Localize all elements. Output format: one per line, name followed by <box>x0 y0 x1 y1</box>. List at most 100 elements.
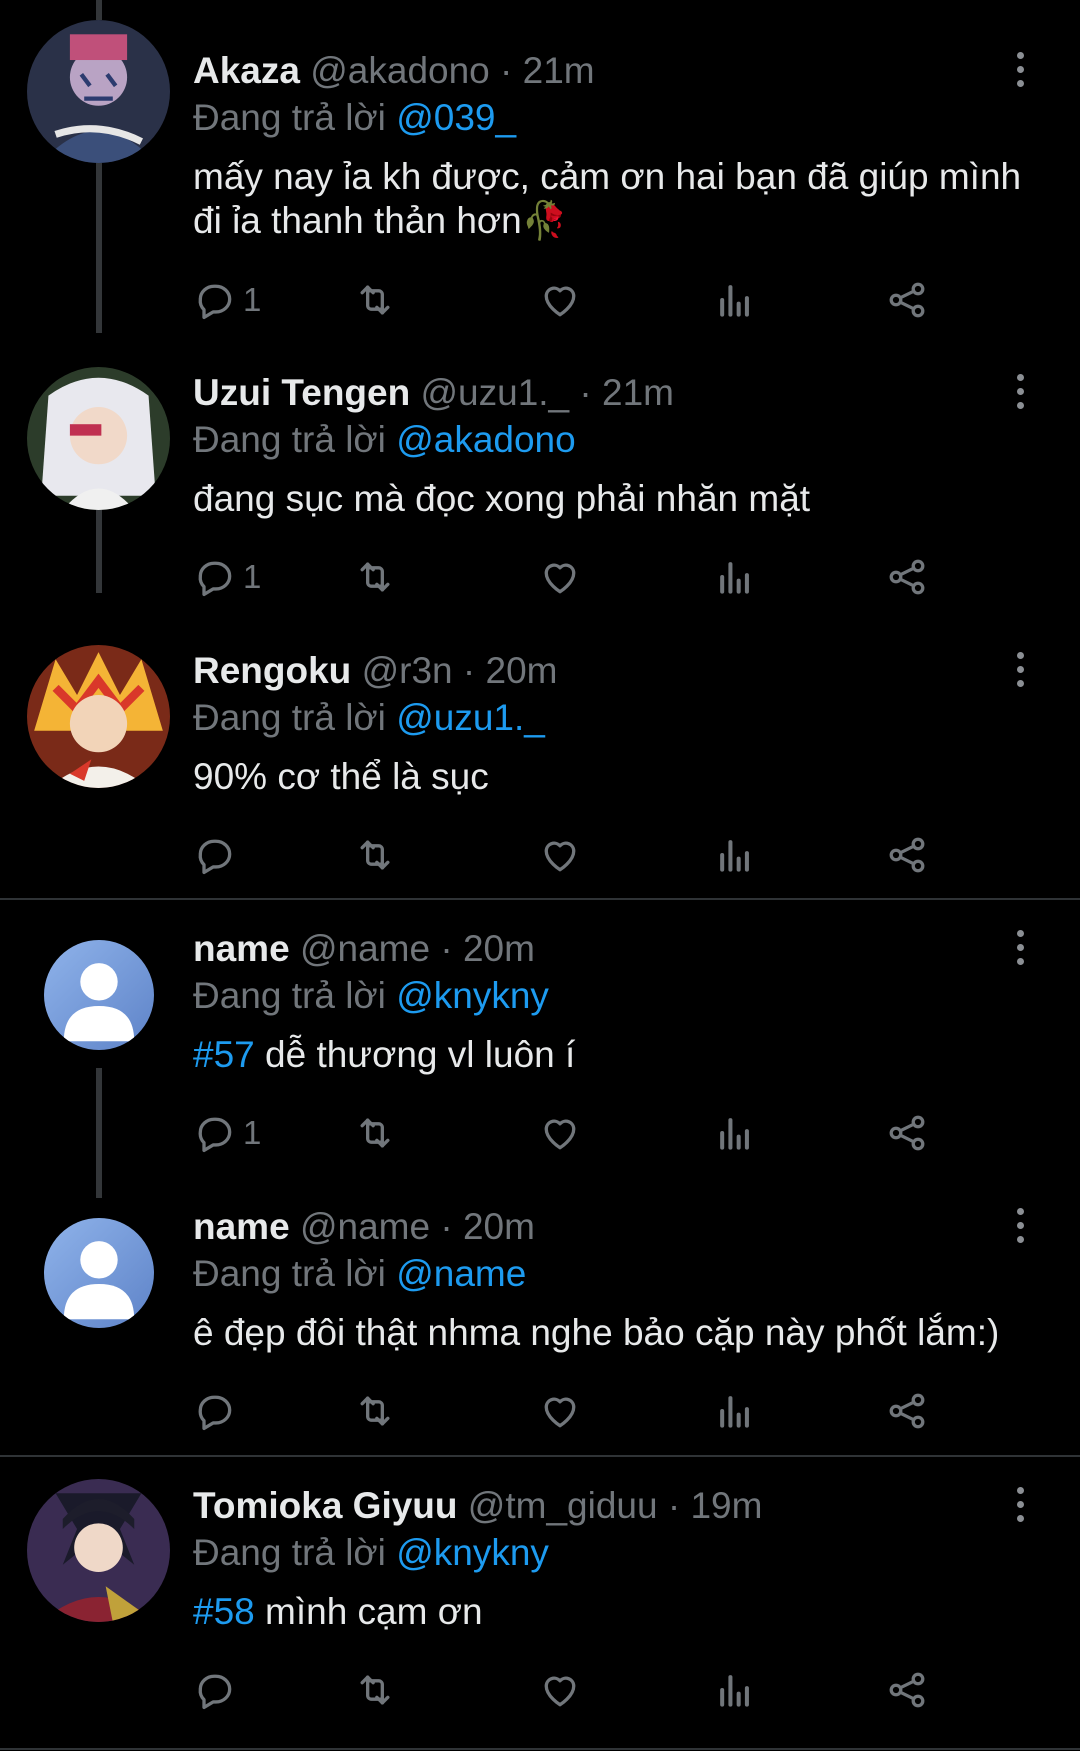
views-icon <box>713 1111 757 1155</box>
tweet[interactable]: Akaza @akadono · 21m Đang trả lời @039_ … <box>0 0 1080 333</box>
views-icon <box>713 833 757 877</box>
timestamp[interactable]: 20m <box>463 928 535 969</box>
avatar[interactable] <box>44 1218 154 1328</box>
more-options-icon[interactable] <box>1015 1487 1025 1523</box>
user-handle[interactable]: @r3n <box>362 650 453 691</box>
reply-target-link[interactable]: @039_ <box>396 97 516 138</box>
tweet[interactable]: Tomioka Giyuu @tm_giduu · 19m Đang trả l… <box>0 1457 1080 1751</box>
reply-button[interactable] <box>193 1387 243 1435</box>
tweet-body: mình cạm ơn <box>254 1591 483 1632</box>
reply-button[interactable]: 1 <box>193 553 261 601</box>
like-button[interactable] <box>538 1387 582 1435</box>
timestamp[interactable]: 21m <box>523 50 595 91</box>
share-button[interactable] <box>885 1666 929 1714</box>
display-name[interactable]: Tomioka Giyuu <box>193 1485 458 1526</box>
replying-to: Đang trả lời @akadono <box>193 417 576 463</box>
display-name[interactable]: Akaza <box>193 50 300 91</box>
tweet-body: dễ thương vl luôn í <box>254 1034 576 1075</box>
avatar[interactable] <box>27 20 170 163</box>
tweet[interactable]: name @name · 20m Đang trả lời @name ê đẹ… <box>0 1178 1080 1453</box>
share-button[interactable] <box>885 831 929 879</box>
action-bar: 1 <box>193 1109 1023 1157</box>
reply-count: 1 <box>243 558 262 595</box>
tweet[interactable]: Uzui Tengen @uzu1._ · 21m Đang trả lời @… <box>0 320 1080 597</box>
user-handle[interactable]: @uzu1._ <box>420 372 569 413</box>
reply-prefix: Đang trả lời <box>193 97 386 138</box>
reply-prefix: Đang trả lời <box>193 419 386 460</box>
views-button[interactable] <box>713 1387 757 1435</box>
retweet-button[interactable] <box>353 1666 397 1714</box>
reply-icon <box>193 1111 237 1155</box>
avatar[interactable] <box>27 645 170 788</box>
tweet[interactable]: name @name · 20m Đang trả lời @knykny #5… <box>0 900 1080 1198</box>
action-bar <box>193 831 1023 879</box>
tweet-header: Uzui Tengen @uzu1._ · 21m <box>193 370 674 416</box>
display-name[interactable]: Rengoku <box>193 650 351 691</box>
reply-button[interactable] <box>193 831 243 879</box>
separator: · <box>500 50 513 91</box>
share-icon <box>885 555 929 599</box>
user-handle[interactable]: @name <box>300 1206 430 1247</box>
views-button[interactable] <box>713 276 757 324</box>
retweet-button[interactable] <box>353 1387 397 1435</box>
reply-target-link[interactable]: @uzu1._ <box>396 697 545 738</box>
display-name[interactable]: name <box>193 1206 290 1247</box>
more-options-icon[interactable] <box>1015 930 1025 966</box>
timestamp[interactable]: 20m <box>486 650 558 691</box>
reply-button[interactable] <box>193 1666 243 1714</box>
reply-count: 1 <box>243 281 262 318</box>
views-icon <box>713 555 757 599</box>
reply-target-link[interactable]: @knykny <box>396 1532 549 1573</box>
tweet-header: name @name · 20m <box>193 1204 535 1250</box>
reply-target-link[interactable]: @knykny <box>396 975 549 1016</box>
like-button[interactable] <box>538 276 582 324</box>
tweet[interactable]: Rengoku @r3n · 20m Đang trả lời @uzu1._ … <box>0 598 1080 898</box>
like-icon <box>538 833 582 877</box>
timestamp[interactable]: 20m <box>463 1206 535 1247</box>
like-button[interactable] <box>538 1109 582 1157</box>
tweet-header: Tomioka Giyuu @tm_giduu · 19m <box>193 1483 762 1529</box>
tweet-header: Rengoku @r3n · 20m <box>193 648 557 694</box>
retweet-button[interactable] <box>353 553 397 601</box>
tweet-text: 90% cơ thể là sục <box>193 755 1053 799</box>
avatar[interactable] <box>44 940 154 1050</box>
retweet-button[interactable] <box>353 276 397 324</box>
avatar[interactable] <box>27 367 170 510</box>
views-button[interactable] <box>713 831 757 879</box>
user-handle[interactable]: @name <box>300 928 430 969</box>
avatar[interactable] <box>27 1479 170 1622</box>
more-options-icon[interactable] <box>1015 374 1025 410</box>
hashtag-link[interactable]: #58 <box>193 1591 255 1632</box>
replying-to: Đang trả lời @uzu1._ <box>193 695 545 741</box>
hashtag-link[interactable]: #57 <box>193 1034 255 1075</box>
share-button[interactable] <box>885 553 929 601</box>
retweet-button[interactable] <box>353 831 397 879</box>
more-options-icon[interactable] <box>1015 52 1025 88</box>
display-name[interactable]: name <box>193 928 290 969</box>
retweet-button[interactable] <box>353 1109 397 1157</box>
reply-button[interactable]: 1 <box>193 276 261 324</box>
reply-target-link[interactable]: @akadono <box>396 419 576 460</box>
reply-button[interactable]: 1 <box>193 1109 261 1157</box>
reply-count: 1 <box>243 1114 262 1151</box>
timestamp[interactable]: 21m <box>602 372 674 413</box>
reply-icon <box>193 278 237 322</box>
share-button[interactable] <box>885 1109 929 1157</box>
views-button[interactable] <box>713 553 757 601</box>
more-options-icon[interactable] <box>1015 1208 1025 1244</box>
user-handle[interactable]: @tm_giduu <box>468 1485 658 1526</box>
more-options-icon[interactable] <box>1015 652 1025 688</box>
reply-target-link[interactable]: @name <box>396 1253 526 1294</box>
like-button[interactable] <box>538 553 582 601</box>
share-button[interactable] <box>885 276 929 324</box>
display-name[interactable]: Uzui Tengen <box>193 372 410 413</box>
timestamp[interactable]: 19m <box>690 1485 762 1526</box>
share-button[interactable] <box>885 1387 929 1435</box>
user-handle[interactable]: @akadono <box>310 50 490 91</box>
tweet-text: mấy nay ỉa kh được, cảm ơn hai bạn đã gi… <box>193 155 1053 243</box>
like-button[interactable] <box>538 1666 582 1714</box>
separator: · <box>667 1485 681 1526</box>
views-button[interactable] <box>713 1666 757 1714</box>
like-button[interactable] <box>538 831 582 879</box>
views-button[interactable] <box>713 1109 757 1157</box>
